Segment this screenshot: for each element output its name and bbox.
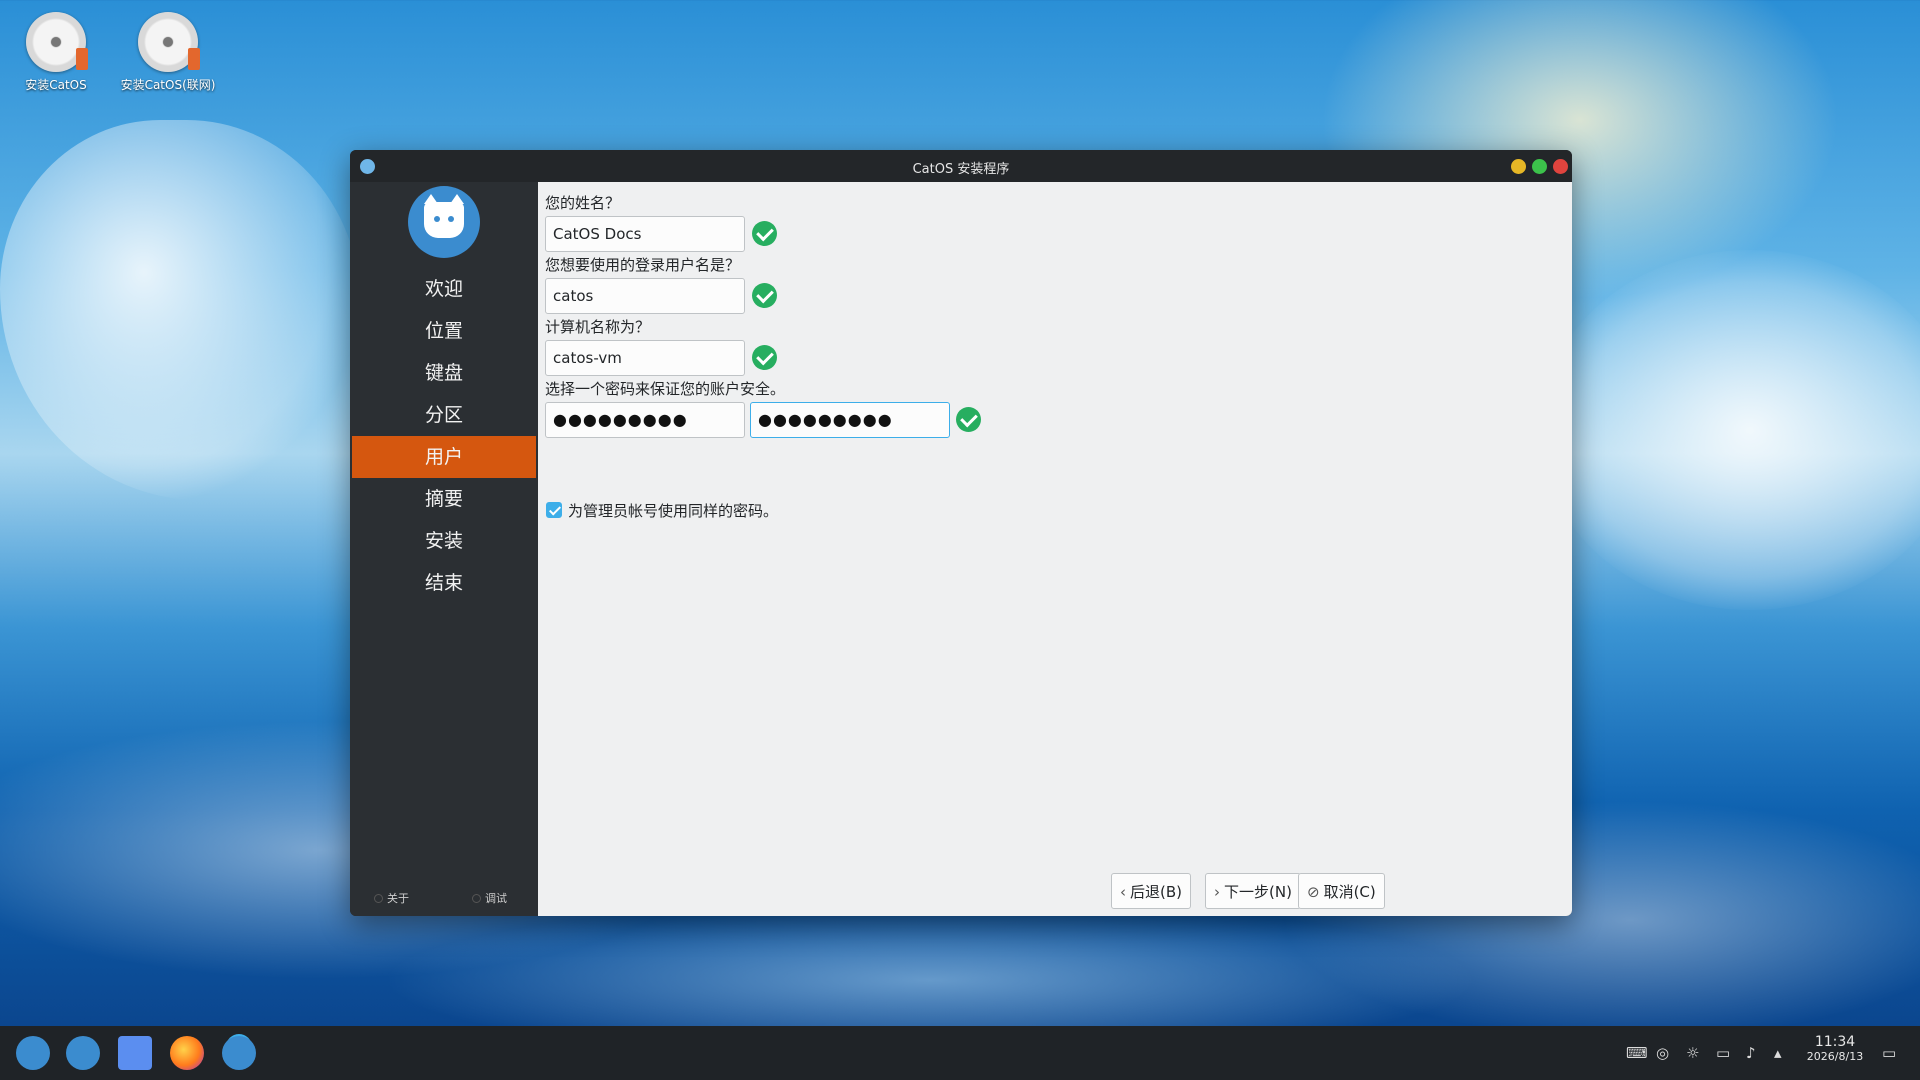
desktop-icon-install-catos-online[interactable]: 安装CatOS(联网) — [118, 2, 218, 93]
firefox-icon[interactable] — [170, 1036, 204, 1070]
sidebar-item-install: 安装 — [424, 530, 463, 552]
folder-icon[interactable] — [118, 1036, 152, 1070]
clock-time: 11:34 — [1814, 1034, 1856, 1050]
bug-icon — [472, 894, 481, 903]
cloud-left — [0, 120, 360, 500]
cancel-label: 取消(C) — [1323, 883, 1376, 901]
password-label: 选择一个密码来保证您的账户安全。 — [545, 380, 786, 398]
info-icon — [374, 894, 383, 903]
keyboard-icon[interactable]: ⌨ — [1626, 1044, 1648, 1062]
brightness-icon[interactable]: ☼ — [1686, 1044, 1699, 1062]
back-label: 后退(B) — [1130, 883, 1182, 901]
sidebar-item-users: 用户 — [352, 436, 536, 478]
sidebar-item-keyboard: 键盘 — [424, 362, 463, 384]
cancel-button[interactable]: ⊘ 取消(C) — [1298, 873, 1385, 909]
network-icon[interactable]: ◎ — [1656, 1044, 1669, 1062]
catos-logo-icon — [408, 186, 480, 258]
chevron-right-icon: › — [1214, 883, 1220, 901]
about-label: 关于 — [387, 892, 409, 905]
full-name-valid-icon — [752, 221, 777, 246]
disc-usb-icon — [138, 12, 200, 72]
toggle-icon[interactable] — [66, 1036, 100, 1070]
hostname-valid-icon — [752, 345, 777, 370]
desktop-icon-label: 安装CatOS — [25, 78, 87, 92]
catos-installer-icon[interactable] — [222, 1036, 256, 1070]
login-name-label: 您想要使用的登录用户名是？ — [545, 256, 741, 274]
admin-same-password-label: 为管理员帐号使用同样的密码。 — [568, 502, 779, 520]
debug-button[interactable]: 调试 — [472, 890, 507, 906]
password-input[interactable]: ●●●●●●●●● — [545, 402, 745, 438]
admin-same-password-checkbox[interactable]: 为管理员帐号使用同样的密码。 — [546, 500, 778, 521]
maximize-button[interactable] — [1532, 159, 1547, 174]
disc-usb-icon — [26, 12, 88, 72]
window-title: CatOS 安装程序 — [912, 162, 1010, 177]
users-page: 您的姓名？ CatOS Docs 您想要使用的登录用户名是？ catos 计算机… — [538, 182, 1572, 916]
sidebar-item-summary: 摘要 — [424, 488, 463, 510]
cancel-icon: ⊘ — [1307, 883, 1320, 901]
sidebar-item-partitions: 分区 — [424, 404, 463, 426]
window-titlebar[interactable]: CatOS 安装程序 — [350, 150, 1572, 182]
clock-date: 2026/8/13 — [1806, 1050, 1864, 1063]
hostname-input[interactable]: catos-vm — [545, 340, 745, 376]
minimize-button[interactable] — [1511, 159, 1526, 174]
full-name-input[interactable]: CatOS Docs — [545, 216, 745, 252]
password-repeat-input[interactable]: ●●●●●●●●● — [750, 402, 950, 438]
login-name-input[interactable]: catos — [545, 278, 745, 314]
chevron-up-icon[interactable]: ▴ — [1774, 1044, 1782, 1062]
installer-sidebar: 欢迎 位置 键盘 分区 用户 摘要 安装 结束 关于 调试 — [350, 182, 538, 916]
desktop-icon-install-catos[interactable]: 安装CatOS — [6, 2, 106, 93]
catos-icon[interactable] — [16, 1036, 50, 1070]
password-valid-icon — [956, 407, 981, 432]
login-name-valid-icon — [752, 283, 777, 308]
installer-window: CatOS 安装程序 欢迎 位置 键盘 分区 用户 摘要 安装 结束 关于 调试… — [350, 150, 1572, 916]
chevron-left-icon: ‹ — [1120, 883, 1126, 901]
cloud-right — [1540, 250, 1920, 610]
checkbox-checked-icon[interactable] — [546, 502, 562, 518]
full-name-label: 您的姓名？ — [545, 194, 621, 212]
hostname-label: 计算机名称为？ — [545, 318, 651, 336]
clock[interactable]: 11:34 2026/8/13 — [1796, 1034, 1874, 1063]
sidebar-item-welcome: 欢迎 — [424, 278, 463, 300]
close-button[interactable] — [1553, 159, 1568, 174]
display-icon[interactable]: ▭ — [1716, 1044, 1730, 1062]
desktop-icon-label: 安装CatOS(联网) — [120, 78, 216, 92]
volume-icon[interactable]: ♪ — [1746, 1044, 1756, 1062]
sidebar-item-finish: 结束 — [424, 572, 463, 594]
debug-label: 调试 — [485, 892, 507, 905]
sidebar-item-location: 位置 — [424, 320, 463, 342]
back-button[interactable]: ‹ 后退(B) — [1111, 873, 1191, 909]
about-button[interactable]: 关于 — [374, 890, 409, 906]
next-button[interactable]: › 下一步(N) — [1205, 873, 1301, 909]
taskbar: ⌨ ◎ ☼ ▭ ♪ ▴ 11:34 2026/8/13 ▭ — [0, 1026, 1920, 1080]
next-label: 下一步(N) — [1224, 883, 1292, 901]
show-desktop-icon[interactable]: ▭ — [1882, 1044, 1896, 1062]
